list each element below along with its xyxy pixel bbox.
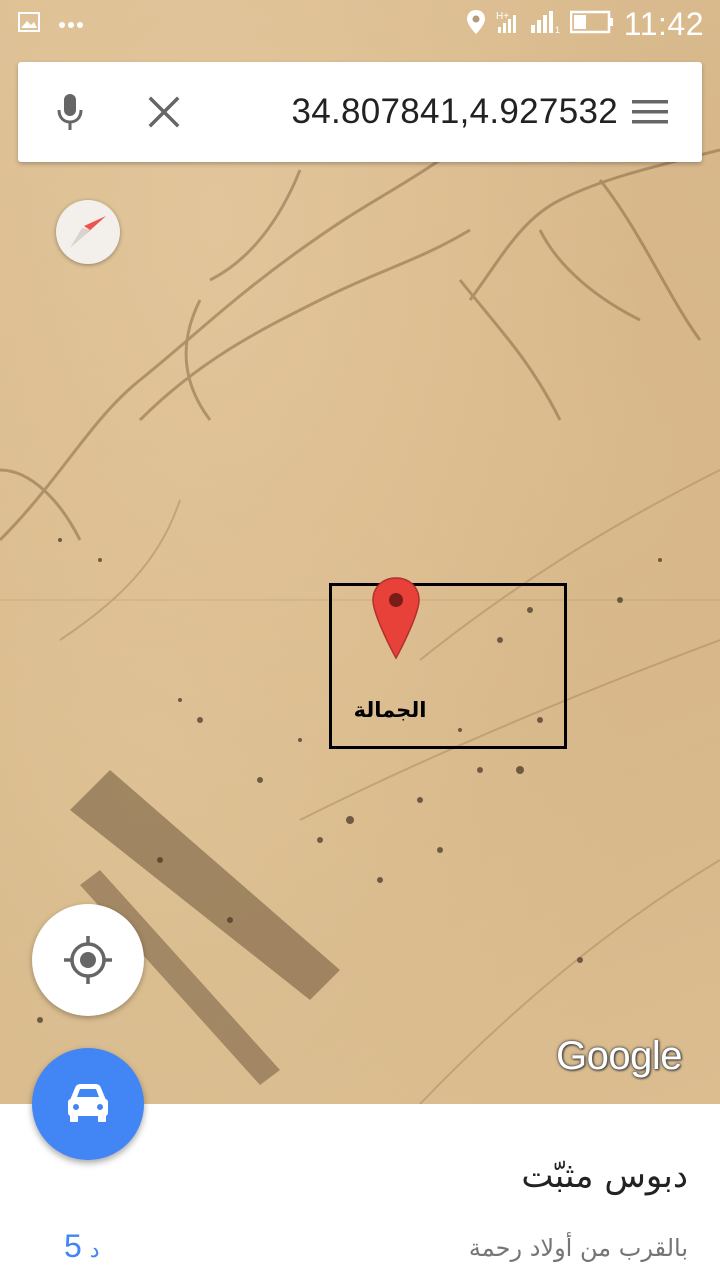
status-bar: H+ 1 11:42 [0, 0, 720, 48]
drive-time[interactable]: 5 د [64, 1224, 100, 1268]
hplus-signal-icon: H+ [496, 9, 520, 40]
directions-button[interactable] [32, 1048, 144, 1160]
clock: 11:42 [623, 5, 704, 42]
map-pin-icon [370, 577, 422, 664]
voice-search-button[interactable] [48, 90, 92, 134]
close-icon [142, 96, 186, 138]
svg-text:1: 1 [555, 25, 560, 35]
pin-place-label: الجمالة [353, 698, 427, 722]
main-menu-button[interactable] [628, 92, 672, 132]
search-bar[interactable]: 34.807841,4.927532 [18, 62, 702, 162]
compass-button[interactable] [56, 200, 120, 264]
search-input[interactable]: 34.807841,4.927532 [218, 86, 618, 138]
svg-text:H+: H+ [496, 11, 509, 22]
place-title: دبوس مثبّت [521, 1156, 688, 1196]
location-icon [466, 9, 486, 40]
clear-search-button[interactable] [142, 90, 186, 134]
cell-signal-icon: 1 [530, 9, 560, 40]
mic-icon [48, 94, 92, 138]
menu-icon [628, 100, 672, 136]
gallery-icon [18, 12, 40, 37]
dropped-pin-marker[interactable] [370, 576, 422, 660]
my-location-button[interactable] [32, 904, 144, 1016]
battery-icon [569, 10, 614, 39]
more-dots-icon [58, 16, 84, 34]
drive-time-value: 5 [64, 1228, 82, 1264]
my-location-icon [32, 936, 144, 1020]
compass-icon [56, 216, 120, 268]
drive-time-unit: د [89, 1237, 100, 1262]
google-attribution: Google [556, 1034, 682, 1078]
place-subtitle: بالقرب من أولاد رحمة [468, 1234, 688, 1262]
car-icon [32, 1084, 144, 1164]
